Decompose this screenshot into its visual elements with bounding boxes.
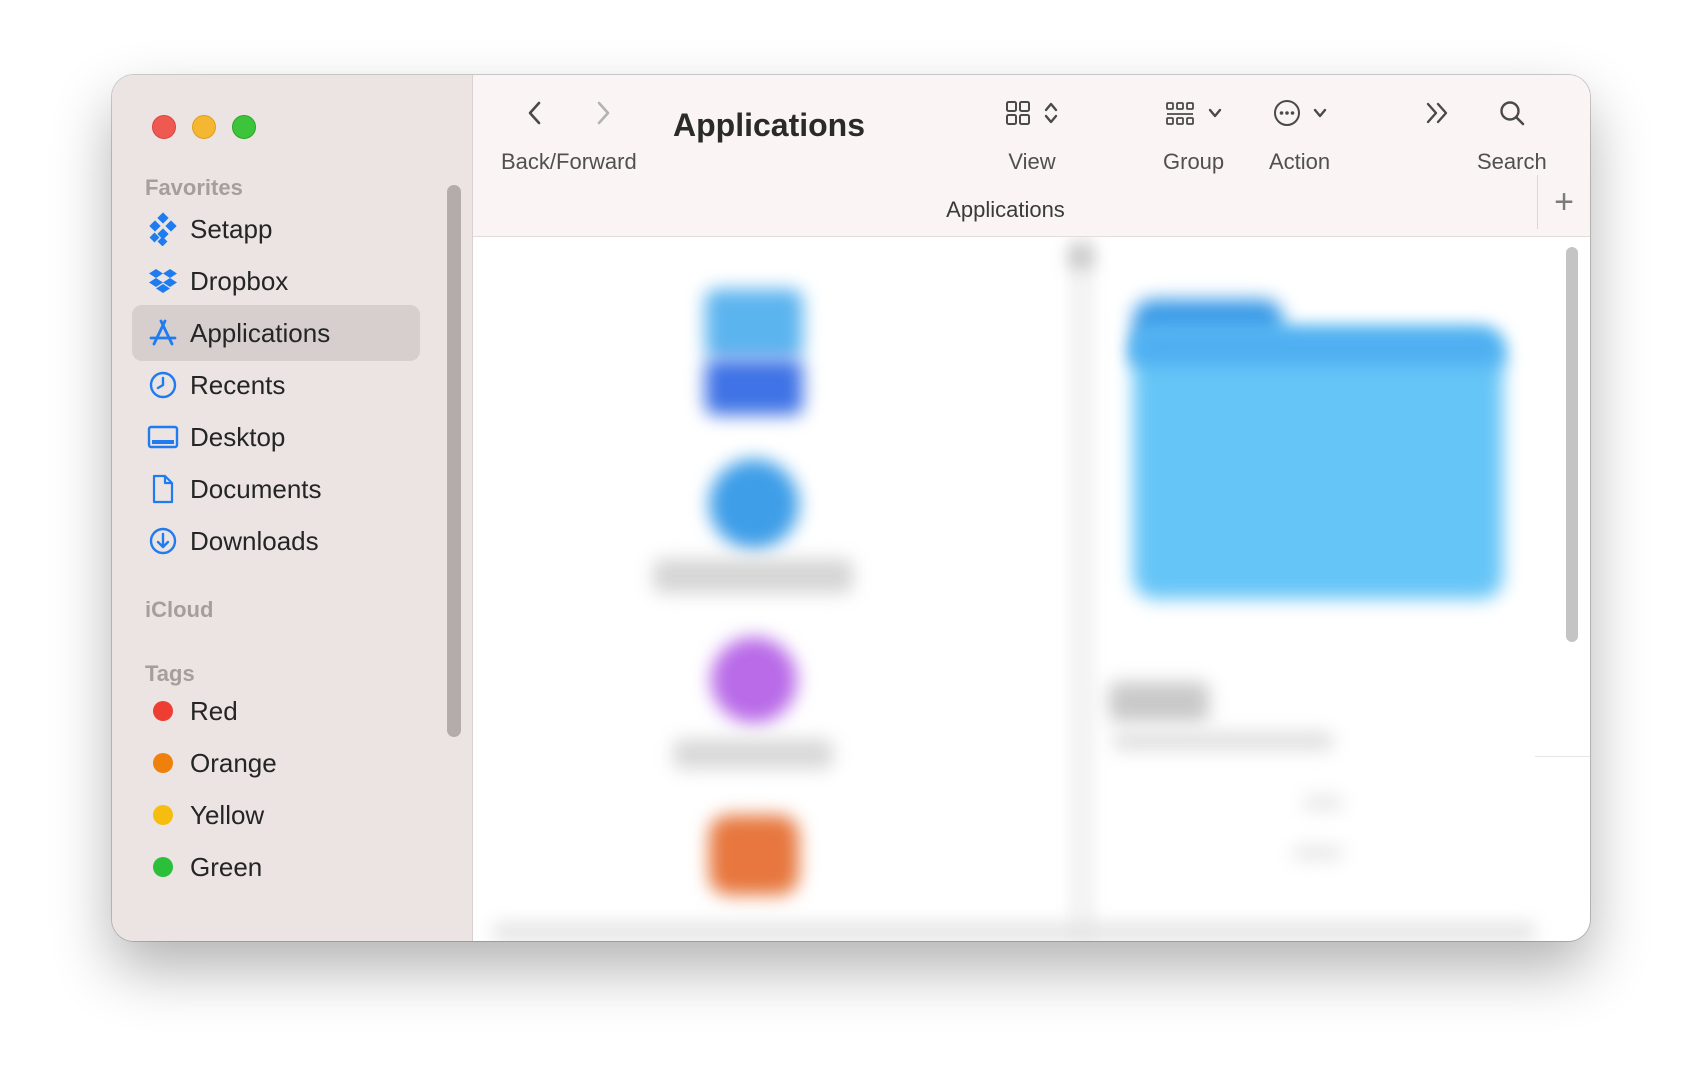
sidebar-item-tag-orange[interactable]: Orange (132, 735, 420, 791)
action-button[interactable]: Action (1269, 95, 1330, 175)
preview-title-placeholder (1109, 682, 1209, 722)
search-button[interactable]: Search (1477, 95, 1547, 175)
sidebar-item-tag-yellow[interactable]: Yellow (132, 787, 420, 843)
search-icon (1498, 99, 1526, 132)
preview-info-placeholder (1303, 797, 1343, 809)
chevron-right-icon[interactable] (593, 99, 613, 132)
finder-window: Favorites Setapp Dropbox Applications Re… (112, 75, 1590, 941)
app-icon[interactable] (709, 815, 799, 895)
app-icon[interactable] (705, 359, 803, 415)
sidebar-item-downloads[interactable]: Downloads (132, 513, 420, 569)
sidebar-item-tag-green[interactable]: Green (132, 839, 420, 895)
sidebar-item-label: Dropbox (190, 265, 289, 296)
sidebar-item-label: Red (190, 695, 238, 726)
back-forward-label: Back/Forward (501, 149, 637, 174)
icloud-section-title[interactable]: iCloud (145, 597, 213, 623)
pane-divider (1535, 756, 1590, 757)
group-icon (1165, 100, 1195, 131)
red-tag-icon (153, 701, 173, 721)
clock-icon (146, 368, 180, 402)
sidebar-item-documents[interactable]: Documents (132, 461, 420, 517)
sidebar-item-label: Recents (190, 369, 286, 400)
chevron-down-icon (1312, 106, 1328, 125)
back-forward-control[interactable]: Back/Forward (501, 95, 637, 175)
app-name-placeholder[interactable] (653, 559, 853, 593)
desktop-icon (146, 420, 180, 454)
window-title: Applications (673, 107, 866, 143)
action-label: Action (1269, 149, 1331, 174)
download-icon (146, 524, 180, 558)
more-toolbar-items-button[interactable] (1423, 95, 1451, 135)
horizontal-scrollbar[interactable] (493, 923, 1535, 941)
group-label: Group (1163, 149, 1225, 174)
chevron-up-down-icon (1043, 99, 1059, 132)
sidebar-item-tag-red[interactable]: Red (132, 683, 420, 739)
folder-preview-tab (1133, 329, 1503, 365)
close-window-button[interactable] (152, 115, 176, 139)
vertical-scrollbar[interactable] (1566, 247, 1578, 642)
orange-tag-icon (153, 753, 173, 773)
favorites-section-title: Favorites (145, 175, 243, 200)
sidebar-item-setapp[interactable]: Setapp (132, 201, 420, 257)
sidebar-item-label: Yellow (190, 799, 265, 830)
sidebar-item-label: Green (190, 851, 263, 882)
minimize-window-button[interactable] (192, 115, 216, 139)
sidebar-item-desktop[interactable]: Desktop (132, 409, 420, 465)
chevron-left-icon[interactable] (525, 99, 545, 132)
yellow-tag-icon (153, 805, 173, 825)
group-button[interactable]: Group (1163, 95, 1224, 175)
ellipsis-circle-icon (1272, 98, 1302, 133)
sidebar-item-recents[interactable]: Recents (132, 357, 420, 413)
chevron-down-icon (1207, 106, 1223, 125)
app-icon[interactable] (709, 459, 799, 549)
path-bar-label[interactable]: Applications (473, 197, 1538, 223)
double-chevron-right-icon (1423, 100, 1451, 131)
app-icon[interactable] (711, 637, 797, 723)
app-icon[interactable] (705, 289, 803, 359)
setapp-icon (146, 212, 180, 246)
sidebar-item-applications[interactable]: Applications (132, 305, 420, 361)
folder-preview-icon (1133, 329, 1503, 599)
grid-view-icon (1005, 100, 1031, 131)
sidebar-item-label: Documents (190, 473, 322, 504)
document-icon (146, 472, 180, 506)
sidebar-item-label: Desktop (190, 421, 286, 452)
app-name-placeholder[interactable] (673, 739, 833, 769)
sidebar-item-label: Orange (190, 747, 277, 778)
sidebar-item-label: Downloads (190, 525, 319, 556)
preview-info-placeholder (1113, 732, 1333, 750)
applications-icon (146, 316, 180, 350)
sidebar-item-label: Setapp (190, 213, 273, 244)
preview-info-placeholder (1293, 847, 1343, 859)
sidebar-item-label: Applications (190, 317, 331, 348)
new-tab-button[interactable]: + (1537, 175, 1590, 229)
sidebar-scrollbar[interactable] (447, 185, 461, 737)
sidebar-item-dropbox[interactable]: Dropbox (132, 253, 420, 309)
path-bar: Applications + (473, 175, 1590, 236)
column-divider[interactable] (1068, 237, 1096, 941)
column-resize-handle[interactable] (1069, 245, 1093, 269)
view-button[interactable]: View (1005, 95, 1059, 175)
zoom-window-button[interactable] (232, 115, 256, 139)
sidebar: Favorites Setapp Dropbox Applications Re… (112, 75, 473, 941)
dropbox-icon (146, 264, 180, 298)
file-browser-content (473, 237, 1590, 941)
green-tag-icon (153, 857, 173, 877)
view-label: View (1008, 149, 1056, 174)
search-label: Search (1477, 149, 1547, 174)
